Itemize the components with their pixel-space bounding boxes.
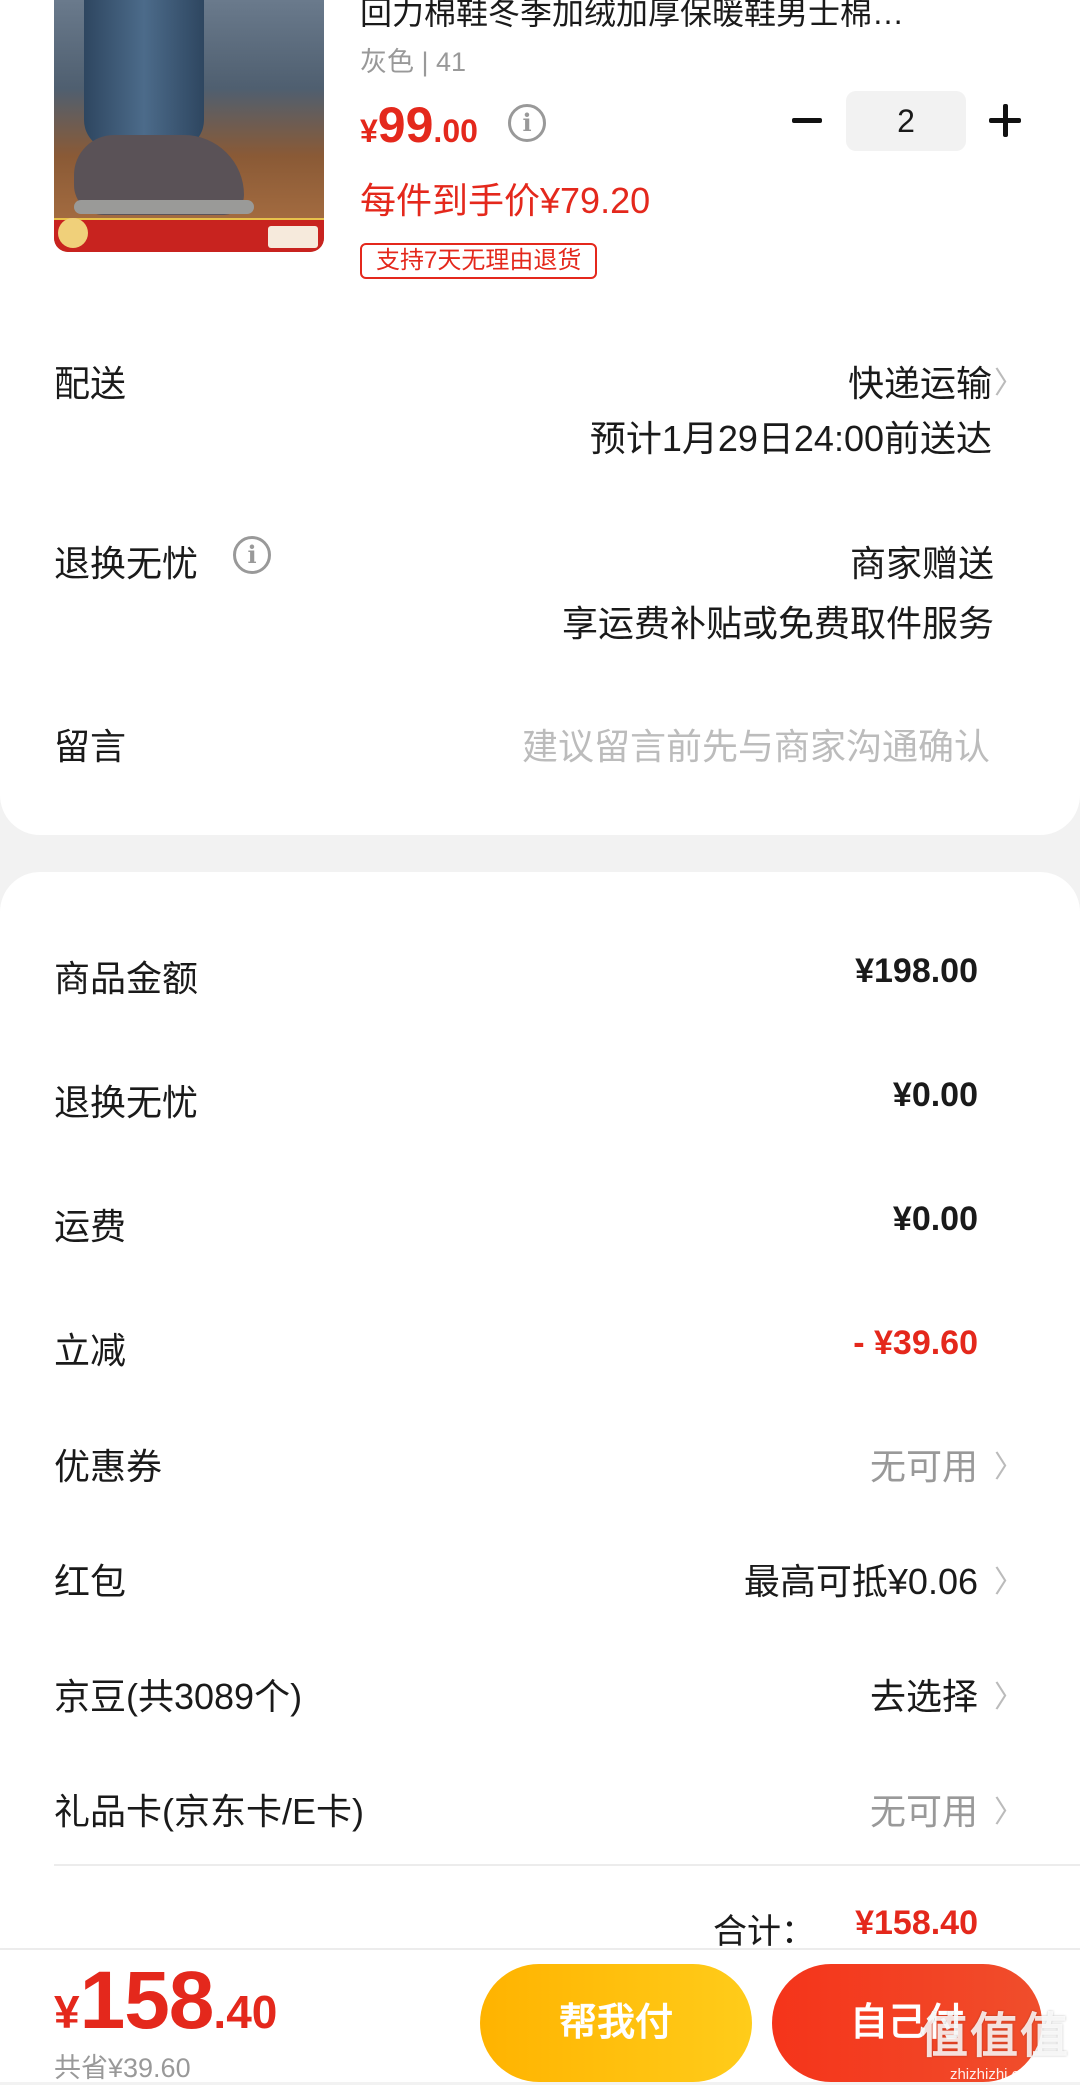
product-price: ¥99.00 xyxy=(360,96,478,154)
summary-value-instant-discount: - ¥39.60 xyxy=(853,1324,978,1362)
red-packet-chevron-icon[interactable]: 〉 xyxy=(994,1557,1024,1601)
total-value: ¥158.40 xyxy=(855,1904,978,1942)
delivery-label: 配送 xyxy=(54,363,127,404)
summary-divider xyxy=(54,1864,1080,1866)
net-price-per-item: 每件到手价¥79.20 xyxy=(360,180,651,221)
delivery-eta: 预计1月29日24:00前送达 xyxy=(589,418,992,459)
price-integer: 99 xyxy=(377,97,434,153)
worry-free-label: 退换无忧 xyxy=(54,543,199,584)
quantity-decrease-button[interactable] xyxy=(790,96,826,146)
coupon-chevron-icon[interactable]: 〉 xyxy=(994,1442,1024,1486)
total-saved: 共省¥39.60 xyxy=(54,2053,191,2083)
thumbnail-jeans-shape xyxy=(84,0,204,150)
price-info-icon[interactable]: i xyxy=(508,104,546,142)
quantity-increase-button[interactable] xyxy=(986,96,1026,146)
pay-integer: 158 xyxy=(79,1955,215,2046)
worry-free-detail: 享运费补贴或免费取件服务 xyxy=(561,603,994,644)
delivery-method[interactable]: 快递运输 xyxy=(848,355,992,407)
product-title[interactable]: 回力棉鞋冬季加绒加厚保暖鞋男士棉… xyxy=(360,0,1040,34)
summary-value-worry-free: ¥0.00 xyxy=(892,1076,978,1114)
watermark-logo: 值值值 xyxy=(919,2010,1070,2063)
pay-decimal: .40 xyxy=(213,1986,278,2038)
total-label: 合计： xyxy=(713,1913,815,1951)
thumbnail-price-tag xyxy=(268,226,318,248)
delivery-chevron-icon[interactable]: 〉 xyxy=(994,358,1024,402)
pay-currency: ¥ xyxy=(54,1986,80,2038)
summary-value-jd-beans[interactable]: 去选择 xyxy=(870,1668,978,1720)
summary-label-coupon: 优惠券 xyxy=(54,1446,163,1487)
jd-beans-chevron-icon[interactable]: 〉 xyxy=(994,1672,1024,1716)
summary-label-red-packet: 红包 xyxy=(54,1561,127,1602)
summary-label-gift-card: 礼品卡(京东卡/E卡) xyxy=(54,1791,364,1832)
thumbnail-sole-shape xyxy=(74,200,254,214)
summary-value-coupon[interactable]: 无可用 xyxy=(870,1438,978,1490)
summary-value-shipping: ¥0.00 xyxy=(892,1200,978,1238)
order-card: 回力棉鞋冬季加绒加厚保暖鞋男士棉… 灰色 | 41 ¥99.00 i 2 每件到… xyxy=(0,0,1080,835)
summary-label-shipping: 运费 xyxy=(54,1206,127,1247)
summary-label-jd-beans: 京豆(共3089个) xyxy=(54,1676,303,1717)
product-spec[interactable]: 灰色 | 41 xyxy=(360,40,466,79)
summary-label-instant-discount: 立减 xyxy=(54,1330,127,1371)
worry-free-info-icon[interactable]: i xyxy=(233,536,271,574)
summary-value-red-packet[interactable]: 最高可抵¥0.06 xyxy=(744,1553,978,1605)
watermark-url: zhizhizhi.com xyxy=(949,2066,1040,2083)
price-currency: ¥ xyxy=(360,113,378,149)
message-input[interactable]: 建议留言前先与商家沟通确认 xyxy=(522,718,990,770)
thumbnail-seal-icon xyxy=(58,218,88,248)
summary-label-goods-amount: 商品金额 xyxy=(54,958,199,999)
summary-value-gift-card[interactable]: 无可用 xyxy=(870,1783,978,1835)
help-me-pay-button[interactable]: 帮我付 xyxy=(480,1964,752,2082)
summary-value-goods-amount: ¥198.00 xyxy=(855,952,978,990)
site-watermark: 值值值 zhizhizhi.com xyxy=(920,1996,1070,2083)
gift-card-chevron-icon[interactable]: 〉 xyxy=(994,1787,1024,1831)
product-thumbnail[interactable] xyxy=(54,0,324,252)
quantity-input[interactable]: 2 xyxy=(846,91,966,151)
summary-label-worry-free: 退换无忧 xyxy=(54,1082,199,1123)
price-decimal: .00 xyxy=(433,113,478,149)
pay-amount: ¥158.40 xyxy=(54,1954,277,2048)
worry-free-value: 商家赠送 xyxy=(849,543,994,584)
return-policy-badge: 支持7天无理由退货 xyxy=(360,243,598,279)
message-label: 留言 xyxy=(54,726,127,767)
